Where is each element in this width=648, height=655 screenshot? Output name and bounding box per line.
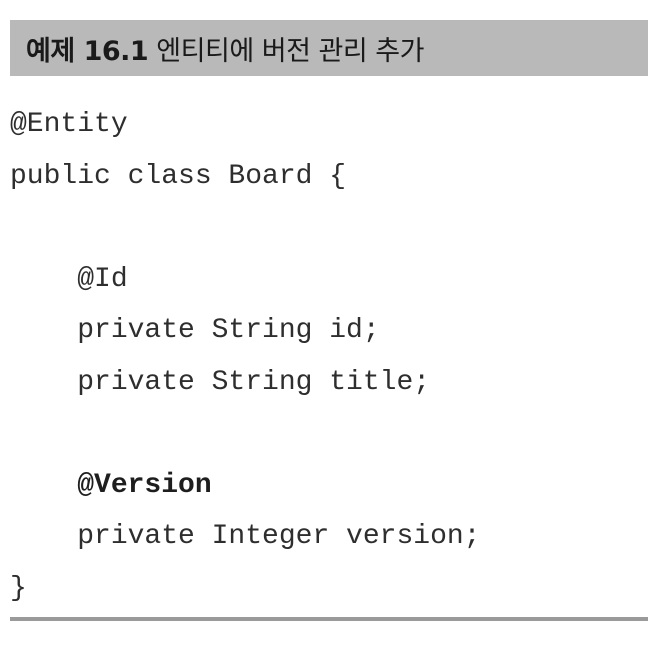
code-line: private String title; <box>10 366 431 398</box>
example-number: 예제 16.1 <box>26 35 149 67</box>
code-line: private String id; <box>10 315 380 346</box>
example-title: 예제 16.1 엔티티에 버전 관리 추가 <box>26 29 424 68</box>
code-line: } <box>10 572 27 604</box>
code-block: @Entity public class Board { @Id private … <box>10 99 480 614</box>
bottom-divider <box>10 617 648 621</box>
code-line: @Entity <box>10 109 128 140</box>
code-line: private Integer version; <box>10 521 481 552</box>
example-caption: 엔티티에 버전 관리 추가 <box>156 35 424 67</box>
example-header: 예제 16.1 엔티티에 버전 관리 추가 <box>10 20 648 76</box>
code-line-highlighted: @Version <box>10 469 212 501</box>
code-line: public class Board { <box>10 160 347 192</box>
code-line: @Id <box>10 263 128 295</box>
